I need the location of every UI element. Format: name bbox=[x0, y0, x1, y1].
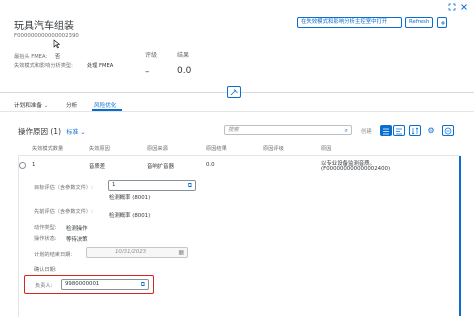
open-in-fmea-cockpit-button[interactable]: 在失效模式和影响分析主控室中打开 bbox=[297, 17, 402, 28]
action-type-label: 动作类型: bbox=[34, 225, 57, 231]
planned-end-date-input[interactable]: 10/31/2023 ▦ bbox=[86, 247, 188, 258]
cause-result: 0.0 bbox=[206, 162, 215, 168]
header-row-divider bbox=[18, 155, 460, 156]
rating-value: – bbox=[145, 67, 150, 77]
export-icon[interactable] bbox=[437, 17, 447, 28]
close-icon[interactable] bbox=[458, 3, 470, 15]
create-button[interactable]: 创建 bbox=[361, 127, 372, 135]
action-type-value: 检测操作 bbox=[66, 226, 88, 232]
rating-label: 评级 bbox=[145, 52, 158, 59]
fmea-header-label: 最抬头 FMEA: bbox=[14, 54, 48, 60]
action-status-label: 操作状态: bbox=[34, 236, 57, 242]
settings-icon[interactable]: ⚙ bbox=[426, 126, 436, 136]
tabs-divider bbox=[0, 111, 474, 112]
more-actions-button[interactable] bbox=[442, 125, 454, 136]
responsible-input[interactable]: 9980000001 ⧉ bbox=[61, 279, 149, 290]
fullscreen-icon[interactable] bbox=[446, 3, 458, 15]
detail-view-button[interactable] bbox=[393, 125, 405, 136]
column-header[interactable]: 原因结果 bbox=[206, 145, 227, 152]
failure-mode-count: 1 bbox=[32, 162, 36, 168]
pin-header-button[interactable] bbox=[227, 86, 241, 98]
variant-selector[interactable]: 标准 ⌄ bbox=[66, 129, 85, 136]
chevron-down-icon: ⌄ bbox=[41, 103, 49, 109]
column-header[interactable]: 失效原因 bbox=[89, 145, 110, 152]
analysis-type-label: 失效模式和影响分析类型: bbox=[14, 63, 73, 69]
failure-cause: 音质差 bbox=[89, 164, 106, 170]
result-label: 结果 bbox=[177, 52, 190, 59]
prior-rating-label: 先前评估（含参数文件）: bbox=[34, 209, 93, 215]
confirm-date-label: 确认日期: bbox=[34, 267, 57, 273]
calendar-icon[interactable]: ▦ bbox=[178, 248, 184, 257]
column-header[interactable]: 原因 bbox=[321, 145, 331, 152]
cause-source: 音响扩音器 bbox=[147, 164, 174, 170]
value-help-icon[interactable]: ⧉ bbox=[141, 280, 145, 289]
row-highlight-bar bbox=[459, 156, 461, 316]
planned-end-date-label: 计划的结束日期: bbox=[34, 252, 73, 258]
row-select-radio[interactable] bbox=[19, 162, 26, 169]
target-rating-label: 目标评估（含参数文件）: bbox=[34, 185, 93, 191]
responsible-label: 负责人: bbox=[35, 283, 53, 289]
column-header[interactable]: 原因评级 bbox=[263, 145, 284, 152]
table-title: 操作原因 (1) 标准 ⌄ bbox=[18, 127, 86, 136]
page-subtitle: F000000000000002390 bbox=[14, 33, 79, 39]
value-help-icon[interactable]: ⧉ bbox=[188, 181, 192, 190]
search-icon: ⌕ bbox=[344, 127, 348, 134]
target-rating-input[interactable]: 1 ⧉ bbox=[108, 180, 196, 191]
fmea-header-value: 否 bbox=[55, 54, 61, 60]
column-header[interactable]: 失效模式数量 bbox=[32, 145, 63, 152]
action-status-value: 等待决策 bbox=[66, 237, 88, 243]
prior-rating-value: 检测概率 (8001) bbox=[109, 213, 151, 219]
column-header[interactable]: 原因来源 bbox=[147, 145, 168, 152]
table-header-row: 失效模式数量 失效原因 原因来源 原因结果 原因评级 原因 bbox=[18, 145, 460, 155]
row-left-border bbox=[18, 156, 19, 317]
target-rating-hint: 检测概率 (8001) bbox=[109, 195, 151, 201]
search-input[interactable]: 搜索 ⌕ bbox=[224, 125, 352, 135]
sort-button[interactable] bbox=[409, 125, 421, 136]
refresh-button[interactable]: Refresh bbox=[405, 17, 433, 28]
result-value: 0.0 bbox=[177, 66, 192, 76]
page-title: 玩具汽车组装 bbox=[14, 21, 74, 32]
tab-analysis[interactable]: 分析 bbox=[66, 101, 77, 109]
mouse-cursor bbox=[53, 39, 61, 51]
cause-id: (F000000000000002400) bbox=[321, 166, 391, 172]
analysis-type-value: 处理 FMEA bbox=[87, 63, 114, 69]
list-view-button[interactable] bbox=[380, 125, 392, 136]
tab-risk-optimization[interactable]: 风险优化 bbox=[94, 101, 116, 109]
tab-plan-and-prepare[interactable]: 计划和准备 ⌄ bbox=[14, 101, 48, 109]
